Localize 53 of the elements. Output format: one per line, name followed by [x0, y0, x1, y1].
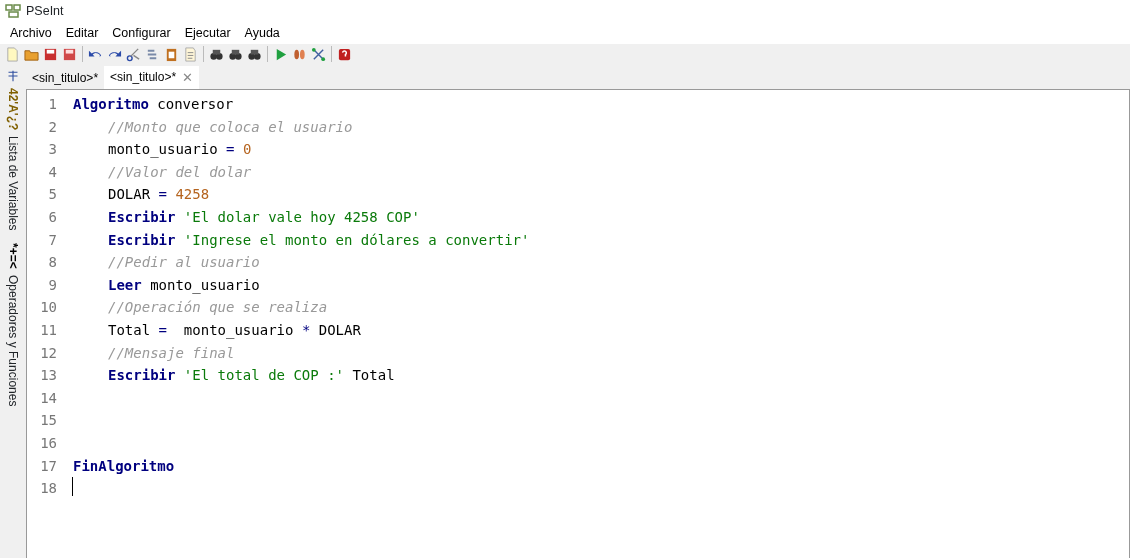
- code-line: DOLAR = 4258: [107, 185, 210, 205]
- line-number: 3: [47, 140, 58, 160]
- code-line: Escribir 'Ingrese el monto en dólares a convertir': [107, 230, 530, 250]
- clipboard-icon[interactable]: [164, 46, 179, 62]
- panel-tab-symbols: 42'A'¿?: [5, 88, 21, 131]
- menu-item[interactable]: Configurar: [105, 22, 178, 44]
- line-number: 12: [39, 343, 58, 363]
- code-line: FinAlgoritmo: [72, 456, 175, 476]
- line-number: 9: [47, 275, 58, 295]
- side-panel-tab[interactable]: 42'A'¿? Lista de Variables: [4, 70, 22, 231]
- line-number: 14: [39, 388, 58, 408]
- line-number: 2: [47, 117, 58, 137]
- flowchart-icon[interactable]: [311, 46, 326, 62]
- line-number: 5: [47, 185, 58, 205]
- code-line: Algoritmo conversor: [72, 95, 234, 114]
- line-number: 1: [47, 95, 58, 114]
- code-line: //Monto que coloca el usuario: [107, 117, 353, 137]
- menu-item[interactable]: Archivo: [3, 22, 59, 44]
- code-line: Escribir 'El total de COP :' Total: [107, 366, 395, 386]
- line-number: 16: [39, 433, 58, 453]
- document-icon[interactable]: [183, 46, 198, 62]
- editor-tab[interactable]: <sin_titulo>*: [26, 67, 105, 89]
- panel-tab-label: Operadores y Funciones: [5, 274, 21, 406]
- menu-item[interactable]: Ejecutar: [177, 22, 238, 44]
- app-logo-icon: [5, 3, 21, 19]
- code-line: //Mensaje final: [107, 343, 235, 363]
- line-number: 6: [47, 207, 58, 227]
- line-number: 7: [47, 230, 58, 250]
- line-number: 11: [39, 320, 58, 340]
- code-line: //Pedir al usuario: [107, 253, 260, 273]
- menu-item[interactable]: Ayuda: [237, 22, 287, 44]
- line-number: 17: [39, 456, 58, 476]
- scissors-icon[interactable]: [126, 46, 141, 62]
- code-line: Total = monto_usuario * DOLAR: [107, 320, 361, 341]
- panel-tab-symbols: *+=<: [5, 242, 21, 269]
- line-number: 13: [39, 366, 58, 386]
- line-number: 15: [39, 411, 58, 431]
- code-line: Escribir 'El dolar vale hoy 4258 COP': [107, 207, 420, 227]
- side-panel-tab[interactable]: *+=< Operadores y Funciones: [4, 242, 22, 406]
- window-title: PSeInt: [26, 2, 64, 20]
- line-number: 18: [39, 479, 58, 499]
- line-number: 8: [47, 253, 58, 273]
- panel-tab-label: Lista de Variables: [5, 136, 21, 231]
- editor-tab[interactable]: <sin_titulo>* ✕: [104, 65, 200, 89]
- line-number: 10: [39, 298, 58, 318]
- line-number: 4: [47, 162, 58, 182]
- menu-item[interactable]: Editar: [58, 22, 106, 44]
- close-icon[interactable]: ✕: [182, 67, 194, 87]
- help-icon[interactable]: [337, 46, 352, 62]
- code-line: //Valor del dolar: [107, 162, 252, 182]
- code-line: //Operación que se realiza: [107, 298, 328, 318]
- code-line: Leer monto_usuario: [107, 275, 260, 296]
- code-line: monto_usuario = 0: [107, 140, 252, 160]
